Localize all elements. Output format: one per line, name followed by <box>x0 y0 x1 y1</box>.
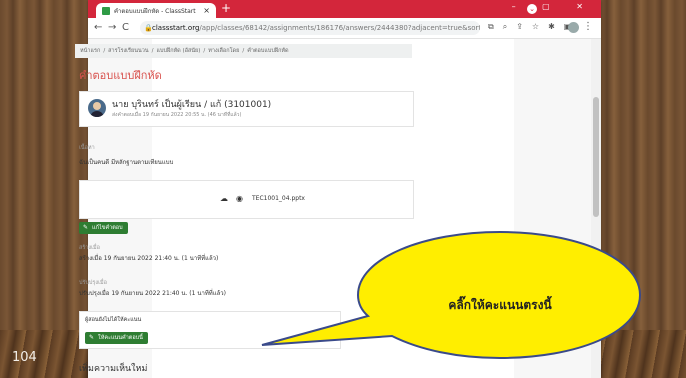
grade-status: ผู้สอนยังไม่ได้ให้คะแนน <box>85 317 142 323</box>
breadcrumb-option[interactable]: ทางเลือกโดย <box>208 48 239 54</box>
created-text: สร้างเมื่อ 19 กันยายน 2022 21:40 น. (1 น… <box>79 255 219 262</box>
forward-icon[interactable]: → <box>108 22 116 33</box>
share-icon[interactable]: ⇪ <box>516 22 523 31</box>
browser-tab[interactable]: คำตอบแบบฝึกหัด - ClassStart × <box>96 3 216 18</box>
add-comment-heading: เพิ่มความเห็นใหม่ <box>79 364 148 374</box>
zoom-icon[interactable]: ⌕ <box>503 22 507 31</box>
breadcrumb-sep: / <box>151 48 154 54</box>
url-host: classstart.org <box>152 24 200 32</box>
file-actions: ☁ ◉ <box>220 194 251 203</box>
url-field[interactable]: 🔒 classstart.org/app/classes/68142/assig… <box>140 21 480 35</box>
breadcrumb-sep: / <box>103 48 106 54</box>
pencil-icon: ✎ <box>89 334 95 341</box>
profile-avatar[interactable] <box>568 22 579 33</box>
attachment-box: ☁ ◉ TEC1001_04.pptx <box>79 180 414 219</box>
breadcrumb-sep: / <box>242 48 245 54</box>
breadcrumb-exercise[interactable]: แบบฝึกหัด (อัสนัย) <box>156 48 200 54</box>
download-cloud-icon[interactable]: ☁ <box>220 194 228 203</box>
tab-bar: คำตอบแบบฝึกหัด - ClassStart × + ⌄ – ▢ ✕ <box>88 0 601 18</box>
back-icon[interactable]: ← <box>94 22 102 33</box>
view-eye-icon[interactable]: ◉ <box>236 194 243 203</box>
scrollbar-thumb[interactable] <box>593 97 599 217</box>
file-name[interactable]: TEC1001_04.pptx <box>252 195 305 202</box>
window-controls[interactable]: – ▢ ✕ <box>512 2 595 11</box>
tab-title: คำตอบแบบฝึกหัด - ClassStart <box>114 7 196 15</box>
pencil-icon: ✎ <box>83 224 89 231</box>
breadcrumb-sep: / <box>203 48 206 54</box>
student-avatar <box>88 99 106 117</box>
updated-text: ปรับปรุงเมื่อ 19 กันยายน 2022 21:40 น. (… <box>79 290 226 297</box>
edit-answer-label: แก้ไขคำตอบ <box>92 225 123 231</box>
callout-text: คลิ๊กให้คะแนนตรงนี้ <box>448 298 552 312</box>
bookmark-star-icon[interactable]: ☆ <box>532 22 539 31</box>
lock-icon: 🔒 <box>144 24 153 32</box>
page-scrollbar[interactable] <box>591 39 601 378</box>
student-name[interactable]: นาย บุรินทร์ เป็นผู้เรียน / แก้ (3101001… <box>112 97 271 111</box>
translate-icon[interactable]: ⧉ <box>488 22 494 31</box>
submitted-time: ส่งคำตอบเมื่อ 19 กันยายน 2022 20:55 น. (… <box>112 112 242 118</box>
address-bar: ← → C 🔒 classstart.org/app/classes/68142… <box>88 18 601 39</box>
page-title: คำตอบแบบฝึกหัด <box>79 69 162 82</box>
url-path: /app/classes/68142/assignments/186176/an… <box>199 24 480 32</box>
content-text: ฉันเป็นคนดี มีหลักฐานตามเทียนแบบ <box>79 159 174 166</box>
submission-header: นาย บุรินทร์ เป็นผู้เรียน / แก้ (3101001… <box>79 91 414 127</box>
breadcrumb-current: คำตอบแบบฝึกหัด <box>247 48 289 54</box>
extensions-icon[interactable]: ✱ <box>548 22 555 31</box>
grade-answer-label: ให้คะแนนคำตอบนี้ <box>98 335 143 341</box>
breadcrumb-class[interactable]: สารโรงเรียนนวน <box>108 48 148 54</box>
updated-label: ปรับปรุงเมื่อ <box>79 280 107 286</box>
tab-close-icon[interactable]: × <box>203 6 210 15</box>
toolbar-icons: ⧉⌕⇪☆✱▣ <box>488 22 580 32</box>
new-tab-button[interactable]: + <box>220 2 232 15</box>
menu-kebab-icon[interactable]: ⋮ <box>583 21 593 32</box>
breadcrumb-home[interactable]: หน้าแรก <box>80 48 100 54</box>
content-label: เนื้อหา <box>79 145 95 151</box>
breadcrumb: หน้าแรก / สารโรงเรียนนวน / แบบฝึกหัด (อัสนัย… <box>75 44 412 58</box>
grade-answer-button[interactable]: ✎ ให้คะแนนคำตอบนี้ <box>85 332 148 344</box>
slide-number: 104 <box>12 350 37 365</box>
classstart-favicon-icon <box>102 6 110 15</box>
created-label: สร้างเมื่อ <box>79 245 100 251</box>
edit-answer-button[interactable]: ✎ แก้ไขคำตอบ <box>79 222 128 234</box>
reload-icon[interactable]: C <box>122 22 129 33</box>
